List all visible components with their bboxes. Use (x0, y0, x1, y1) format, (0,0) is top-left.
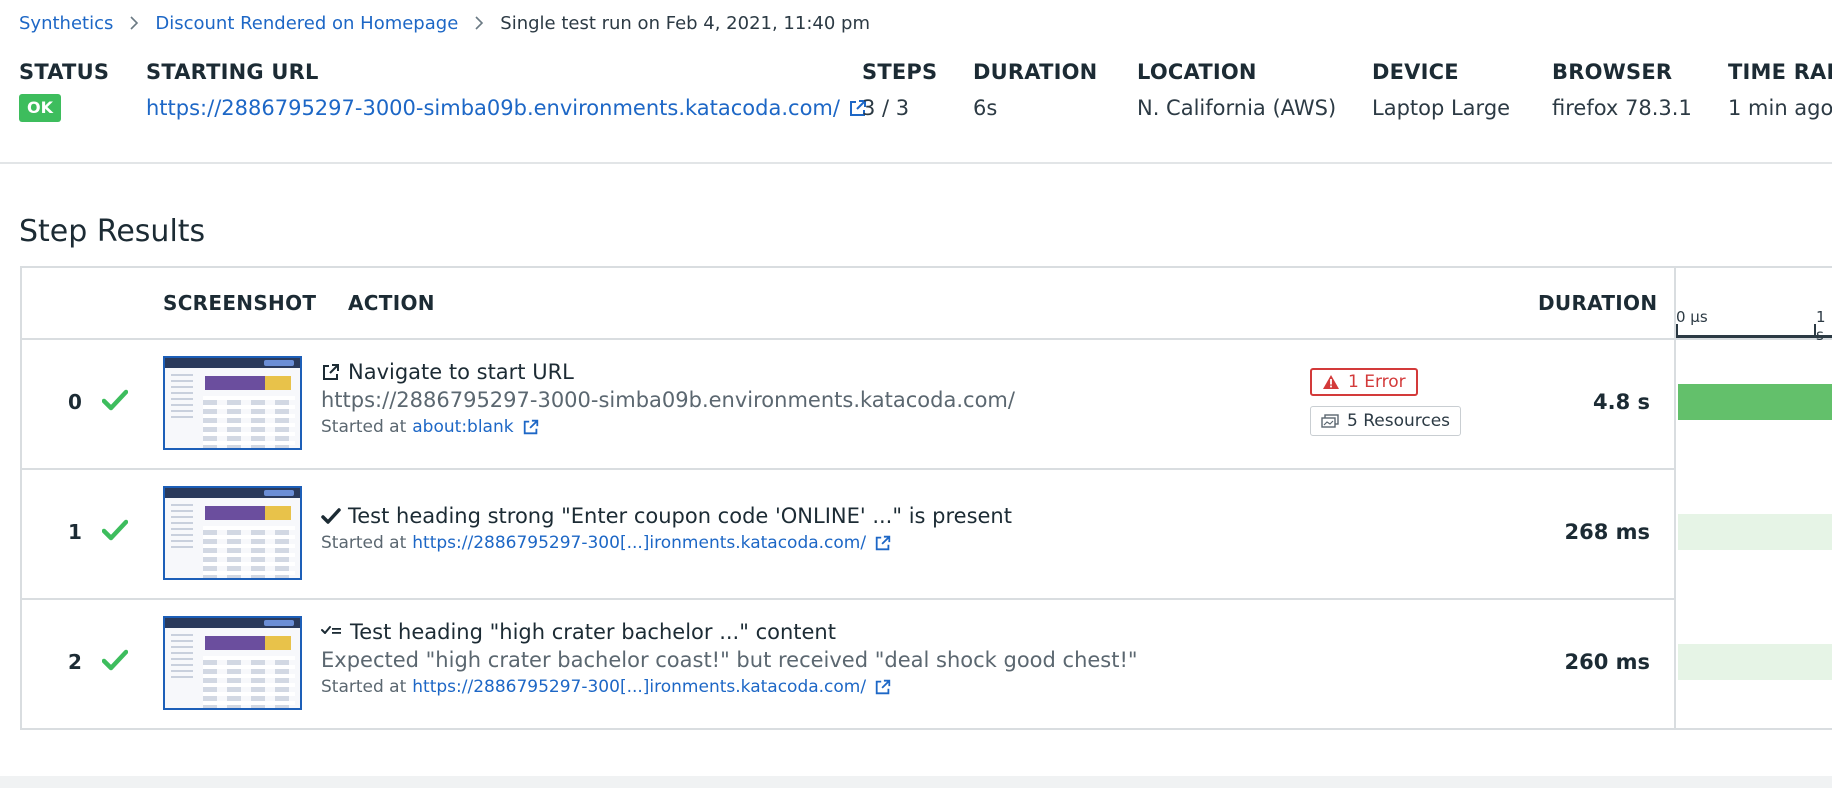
check-icon (321, 507, 341, 525)
column-header-screenshot: SCREENSHOT (163, 291, 317, 315)
starting-url-column: STARTING URL https://2886795297-3000-sim… (146, 58, 868, 124)
table-row[interactable]: 0 Navigate to start URL https://28867952… (22, 340, 1674, 470)
table-row[interactable]: 2 Test heading "high crater bachelor ...… (22, 600, 1674, 728)
browser-column: BROWSER firefox 78.3.1 (1552, 58, 1692, 124)
table-row[interactable]: 1 Test heading strong "Enter coupon code… (22, 470, 1674, 600)
status-column: STATUS OK (19, 58, 109, 124)
started-at-link[interactable]: https://2886795297-300[...]ironments.kat… (412, 530, 866, 556)
started-at-label: Started at (321, 677, 407, 697)
step-index: 1 (68, 520, 82, 544)
step-screenshot-thumbnail[interactable] (163, 356, 302, 450)
location-column: LOCATION N. California (AWS) (1137, 58, 1336, 124)
duration-label: DURATION (973, 60, 1098, 84)
step-duration: 4.8 s (1592, 390, 1650, 414)
started-at-link[interactable]: about:blank (412, 414, 513, 440)
resources-icon (1321, 414, 1339, 428)
step-screenshot-thumbnail[interactable] (163, 616, 302, 710)
step-url: https://2886795297-3000-simba09b.environ… (321, 388, 1015, 412)
step-index: 0 (68, 390, 82, 414)
error-badge-label: 1 Error (1348, 372, 1406, 392)
device-column: DEVICE Laptop Large (1372, 58, 1510, 124)
resources-badge[interactable]: 5 Resources (1310, 406, 1462, 436)
step-action: Navigate to start URL https://2886795297… (321, 358, 1015, 440)
timeline-bar[interactable] (1678, 644, 1832, 680)
success-check-icon (101, 389, 129, 415)
column-header-duration[interactable]: DURATION (1538, 268, 1657, 338)
step-screenshot-thumbnail[interactable] (163, 486, 302, 580)
step-title: Test heading strong "Enter coupon code '… (348, 504, 1012, 528)
step-title: Navigate to start URL (348, 360, 574, 384)
timeline-tick (1676, 324, 1678, 338)
breadcrumb-link-synthetics[interactable]: Synthetics (19, 13, 113, 34)
timeline-axis-line (1676, 335, 1832, 338)
device-value: Laptop Large (1372, 96, 1511, 120)
steps-label: STEPS (862, 60, 938, 84)
steps-column: STEPS 3 / 3 (862, 58, 937, 124)
breadcrumb-current: Single test run on Feb 4, 2021, 11:40 pm (500, 12, 870, 34)
location-value: N. California (AWS) (1137, 96, 1337, 120)
browser-value: firefox 78.3.1 (1552, 96, 1692, 120)
device-label: DEVICE (1372, 60, 1459, 84)
starting-url-label: STARTING URL (146, 60, 319, 84)
location-label: LOCATION (1137, 60, 1257, 84)
chevron-right-icon (129, 16, 139, 30)
chevron-right-icon (474, 16, 484, 30)
timeline-bar[interactable] (1678, 384, 1832, 420)
assertion-icon (321, 624, 343, 640)
column-header-action: ACTION (348, 291, 435, 315)
external-link-icon[interactable] (874, 678, 892, 696)
breadcrumb: Synthetics Discount Rendered on Homepage… (19, 10, 870, 36)
step-duration: 268 ms (1564, 520, 1650, 544)
step-action: Test heading strong "Enter coupon code '… (321, 502, 1012, 556)
error-badge[interactable]: 1 Error (1310, 368, 1418, 396)
success-check-icon (101, 649, 129, 675)
time-ran-label: TIME RAN (1728, 60, 1832, 84)
warning-triangle-icon (1322, 374, 1340, 390)
table-header: SCREENSHOT ACTION DURATION (22, 268, 1832, 340)
breadcrumb-link-test[interactable]: Discount Rendered on Homepage (155, 13, 458, 34)
started-at-label: Started at (321, 533, 407, 553)
external-link-icon (321, 362, 341, 382)
timeline-tick (1814, 324, 1816, 338)
started-at-label: Started at (321, 417, 407, 437)
timeline-axis: 0 µs 1 s (1676, 308, 1832, 344)
time-ran-value: 1 min ago (1728, 96, 1832, 120)
step-results-table: SCREENSHOT ACTION DURATION 0 µs 1 s 0 Na… (20, 266, 1832, 730)
browser-label: BROWSER (1552, 60, 1673, 84)
external-link-icon[interactable] (522, 418, 540, 436)
steps-value: 3 / 3 (862, 96, 910, 120)
step-results-title: Step Results (19, 214, 206, 249)
status-label: STATUS (19, 60, 110, 84)
timeline-tick-label: 0 µs (1676, 308, 1708, 326)
duration-column: DURATION 6s (973, 58, 1097, 124)
external-link-icon[interactable] (874, 534, 892, 552)
status-badge: OK (19, 94, 61, 122)
step-duration: 260 ms (1564, 650, 1650, 674)
started-at-link[interactable]: https://2886795297-300[...]ironments.kat… (412, 674, 866, 700)
duration-value: 6s (973, 96, 998, 120)
time-ran-column: TIME RAN 1 min ago (1728, 58, 1832, 124)
success-check-icon (101, 519, 129, 545)
page-footer-band (0, 776, 1832, 788)
assertion-message: Expected "high crater bachelor coast!" b… (321, 648, 1138, 672)
resources-badge-label: 5 Resources (1347, 411, 1451, 431)
step-index: 2 (68, 650, 82, 674)
run-summary: STATUS OK STARTING URL https://288679529… (0, 58, 1832, 164)
step-action: Test heading "high crater bachelor ..." … (321, 618, 1138, 700)
starting-url-link[interactable]: https://2886795297-3000-simba09b.environ… (146, 92, 840, 124)
timeline-bar[interactable] (1678, 514, 1832, 550)
timeline-tick-label: 1 s (1816, 308, 1826, 344)
step-title: Test heading "high crater bachelor ..." … (350, 620, 836, 644)
